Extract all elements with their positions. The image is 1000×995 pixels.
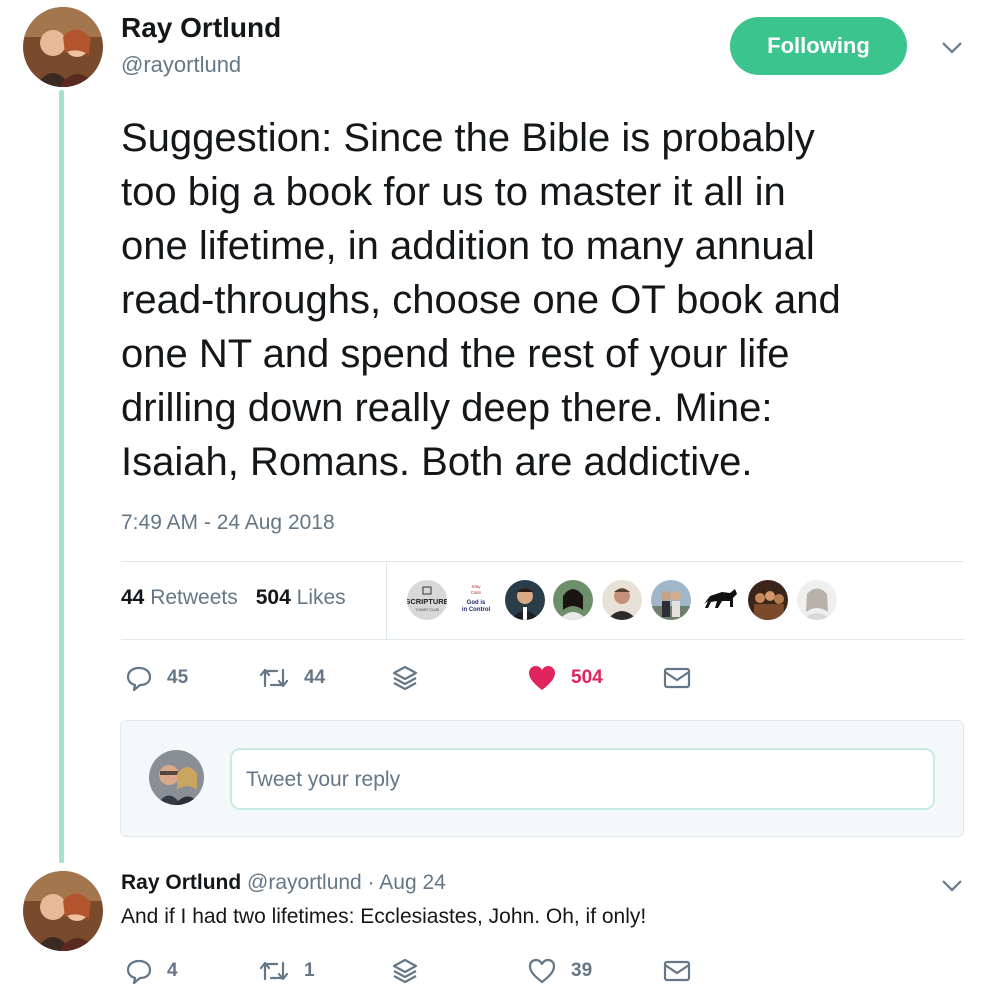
divider [121,639,964,640]
liker-avatar[interactable] [651,580,691,620]
retweets-label: Retweets [150,586,238,609]
reply-author-handle[interactable]: @rayortlund [247,871,362,894]
liker-text: Calm [471,590,482,595]
divider [121,561,964,562]
thread-line [59,90,64,863]
reply-action[interactable]: 4 [125,957,178,985]
reply-input[interactable]: Tweet your reply [230,748,935,810]
liker-avatar[interactable]: Stay Calm God is in Control [456,580,496,620]
reply-count: 4 [167,960,178,981]
reply-action[interactable]: 45 [125,664,188,692]
liker-avatar[interactable] [553,580,593,620]
envelope-icon [663,960,691,982]
reply-author-name[interactable]: Ray Ortlund [121,871,241,894]
message-action[interactable] [663,959,691,983]
liker-avatar[interactable] [602,580,642,620]
reply-icon [126,959,152,985]
tweet-timestamp[interactable]: 7:49 AM - 24 Aug 2018 [121,511,335,535]
envelope-icon [663,667,691,689]
current-user-avatar[interactable] [149,750,204,805]
author-name[interactable]: Ray Ortlund [121,12,281,44]
author-avatar[interactable] [23,7,103,87]
reply-icon [126,666,152,692]
engagement-stats: 44 Retweets 504 Likes [121,586,346,610]
liker-avatar[interactable] [797,580,837,620]
retweets-count: 44 [121,586,145,609]
reply-date[interactable]: Aug 24 [379,871,446,894]
like-action[interactable]: 504 [527,664,603,692]
likes-stat[interactable]: 504 Likes [256,586,346,610]
retweet-count: 1 [304,960,315,981]
reply-author-avatar[interactable] [23,871,103,951]
liker-avatar[interactable]: SCRIPTURE T-SHIRT CLUB [407,580,447,620]
reply-count: 45 [167,667,189,688]
liker-avatar[interactable] [748,580,788,620]
likes-label: Likes [296,586,346,609]
retweet-action[interactable]: 44 [258,664,325,692]
heart-icon [528,958,556,984]
author-handle[interactable]: @rayortlund [121,52,241,78]
divider [386,562,387,639]
retweets-stat[interactable]: 44 Retweets [121,586,238,610]
chevron-down-icon[interactable] [941,41,963,55]
share-action[interactable] [391,664,419,692]
liker-logo-text: SCRIPTURE [407,597,447,606]
retweet-count: 44 [304,667,326,688]
liker-avatar[interactable] [505,580,545,620]
share-action[interactable] [391,957,419,985]
following-button[interactable]: Following [730,17,907,75]
message-action[interactable] [663,666,691,690]
like-action[interactable]: 39 [527,957,592,985]
reply-separator: · [367,871,375,894]
reply-header: Ray Ortlund @rayortlund · Aug 24 [121,871,446,895]
reply-text: And if I had two lifetimes: Ecclesiastes… [121,905,647,928]
liker-text: God is [467,600,486,606]
liker-avatar[interactable] [700,580,740,620]
likes-count: 504 [255,586,291,609]
layers-icon [392,958,418,984]
liker-text: Stay [471,584,481,589]
retweet-icon [259,961,289,981]
liker-logo-subtext: T-SHIRT CLUB [415,608,439,612]
like-count: 504 [571,667,603,688]
layers-icon [392,665,418,691]
liker-text: in Control [462,607,491,613]
chevron-down-icon[interactable] [941,879,963,893]
tweet-text: Suggestion: Since the Bible is probably … [121,116,841,484]
retweet-icon [259,668,289,688]
heart-filled-icon [529,666,555,690]
retweet-action[interactable]: 1 [258,957,315,985]
like-count: 39 [571,960,593,981]
